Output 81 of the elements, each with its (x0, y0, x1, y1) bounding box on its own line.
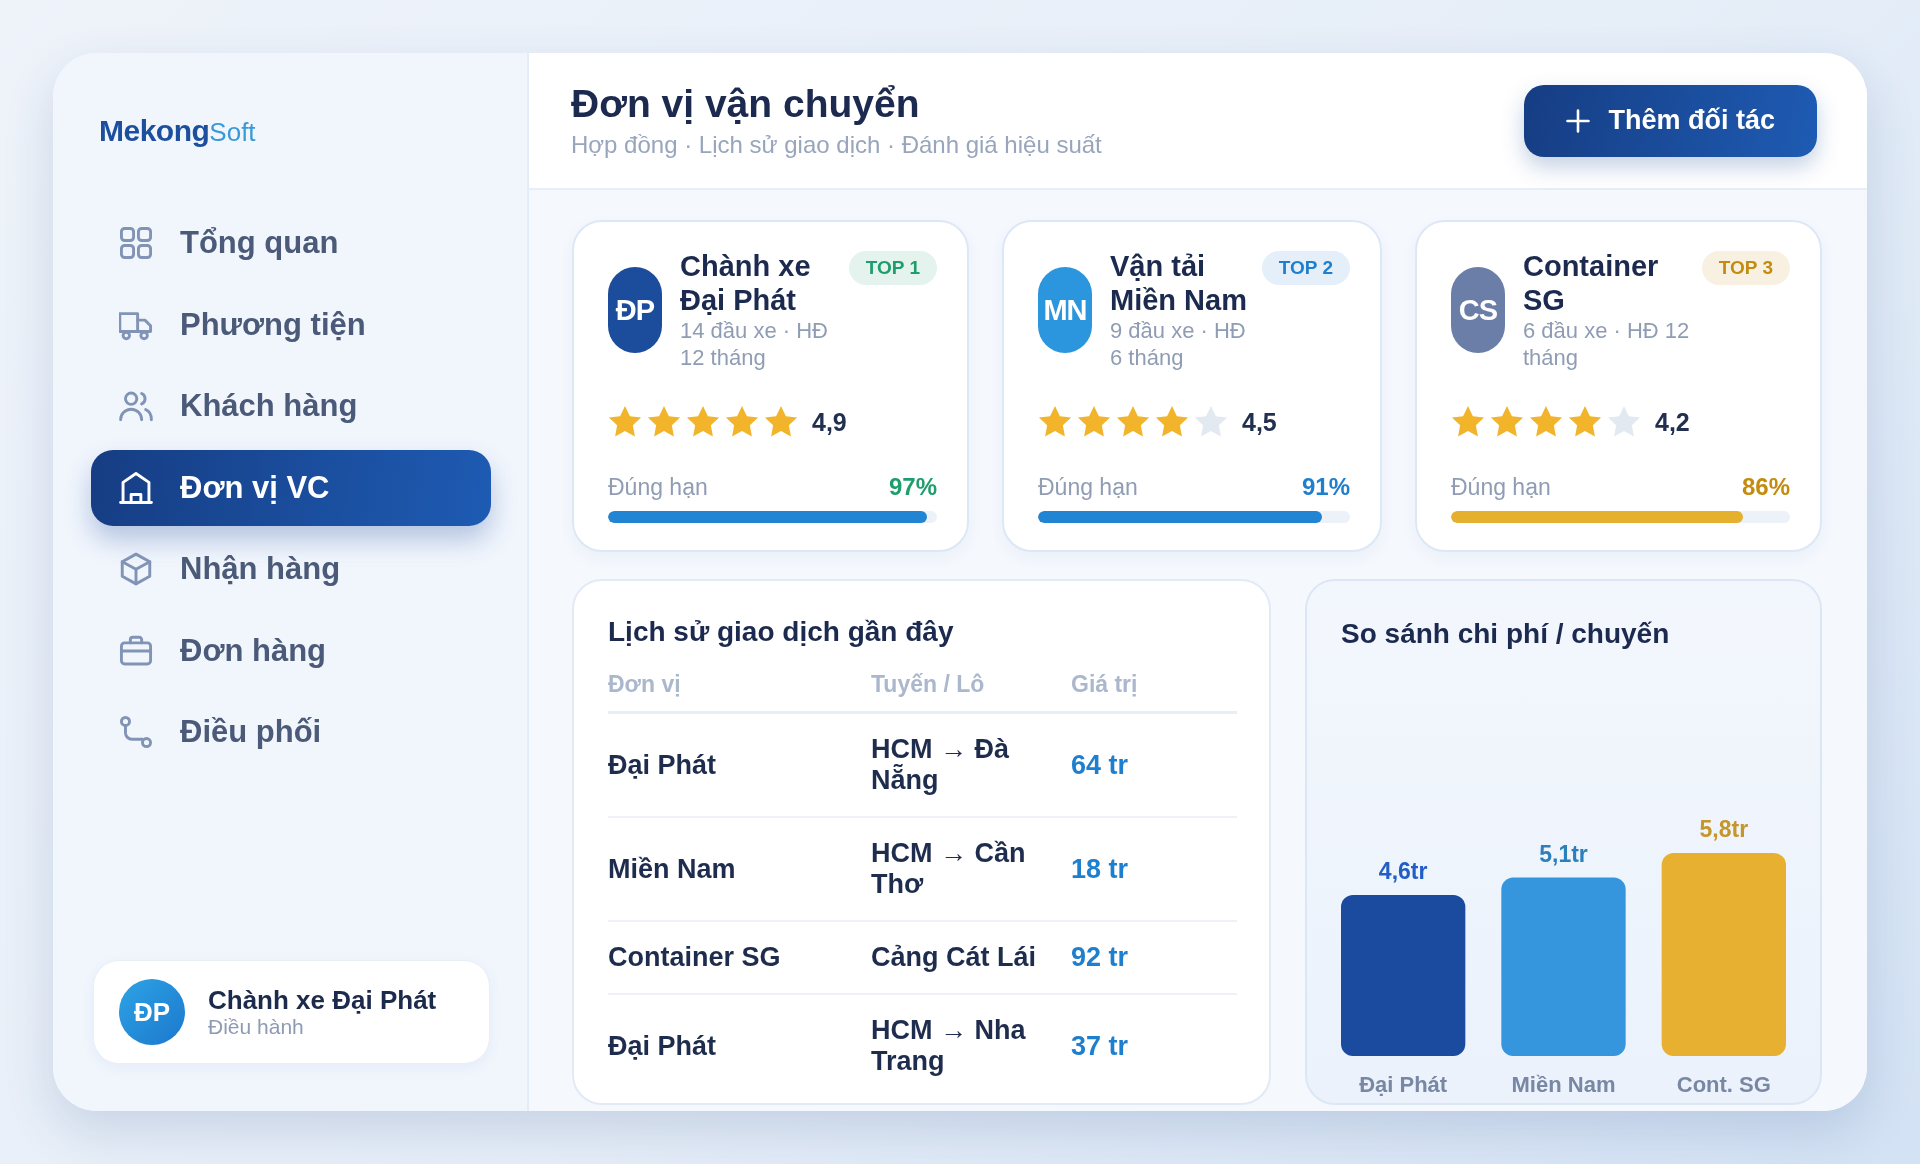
table-cell-text: 37 tr (1071, 1030, 1130, 1062)
on-time-percent: 97% (888, 473, 937, 501)
star-icon (1568, 405, 1602, 439)
nav-item[interactable]: Đơn vị VC (91, 449, 491, 526)
route-icon (119, 715, 153, 749)
bar-value-label: 5,8tr (1699, 816, 1749, 842)
partner-avatar: MN (1038, 267, 1092, 353)
star-icon (1116, 405, 1150, 439)
star-icon (1607, 405, 1641, 439)
on-time-percent: 91% (1301, 473, 1350, 501)
rank-badge: TOP 1 (848, 251, 937, 285)
star-icon (1077, 405, 1111, 439)
add-partner-button[interactable]: Thêm đối tác (1524, 84, 1817, 157)
partner-name: Vận tải Miền Nam (1110, 249, 1248, 317)
column-header: Giá trị (1071, 670, 1139, 698)
panel-title: So sánh chi phí / chuyến (1341, 617, 1671, 651)
user-card[interactable]: ĐP Chành xe Đại Phát Điều hành (93, 960, 490, 1064)
star-icon (1038, 405, 1072, 439)
table-cell-text: HCM → Nha Trang (871, 1015, 1027, 1077)
table-cell-text: 18 tr (1071, 853, 1130, 885)
on-time-label: Đúng hạn (1451, 474, 1551, 501)
nav-item[interactable]: Đơn hàng (91, 612, 491, 689)
table-cell-text: Miền Nam (608, 853, 737, 885)
box-icon (119, 552, 153, 586)
star-icon (764, 405, 798, 439)
table-cell-text: HCM → Đà Nẵng (871, 734, 1010, 796)
briefcase-icon (119, 633, 153, 668)
nav-item[interactable]: Tổng quan (91, 205, 491, 281)
star-icon (1155, 405, 1189, 439)
user-avatar: ĐP (119, 979, 185, 1045)
partner-details: 9 đầu xe · HĐ 6 tháng (1110, 317, 1247, 371)
bar-value-label: 4,6tr (1378, 858, 1428, 884)
partner-details: 6 đầu xe · HĐ 12 tháng (1523, 317, 1691, 371)
grid-icon (119, 226, 153, 260)
column-header: Đơn vị (608, 670, 682, 698)
star-icon (1451, 405, 1485, 439)
rating-value: 4,9 (812, 407, 847, 437)
partner-name: Chành xe Đại Phát (680, 249, 812, 317)
star-icon (608, 405, 642, 439)
nav-item[interactable]: Phương tiện (91, 286, 491, 363)
nav-item[interactable]: Điều phối (91, 694, 491, 770)
rank-badge: TOP 3 (1701, 251, 1790, 285)
axis-label: Cont. SG (1676, 1072, 1771, 1097)
user-name: Chành xe Đại Phát (208, 985, 437, 1015)
partner-details: 14 đầu xe · HĐ 12 tháng (680, 317, 829, 371)
panel-title: Lịch sử giao dịch gần đây (608, 615, 955, 649)
partner-name: Container SG (1523, 249, 1660, 317)
plus-icon (1566, 108, 1591, 133)
axis-label: Miền Nam (1511, 1072, 1616, 1097)
table-cell-text: Đại Phát (608, 1030, 718, 1062)
star-icon (1529, 405, 1563, 439)
logo: MekongSoft (99, 113, 256, 149)
column-header: Tuyến / Lô (871, 670, 986, 698)
star-icon (647, 405, 681, 439)
table-cell-text: 92 tr (1071, 942, 1130, 973)
table-cell-text: 64 tr (1071, 749, 1130, 781)
rank-badge: TOP 2 (1261, 251, 1350, 285)
nav-item[interactable]: Nhận hàng (91, 531, 491, 607)
table-cell-text: Container SG (608, 942, 782, 973)
rating-value: 4,5 (1242, 407, 1277, 437)
partner-avatar: CS (1451, 267, 1505, 353)
rating-value: 4,2 (1655, 407, 1690, 437)
table-cell-text: HCM → Cần Thơ (871, 838, 1027, 900)
warehouse-icon (119, 470, 153, 505)
page-title: Đơn vị vận chuyển (571, 82, 921, 126)
partner-avatar: ĐP (608, 267, 662, 353)
star-icon (1194, 405, 1228, 439)
table-cell-text: Cảng Cát Lái (871, 942, 1038, 973)
on-time-label: Đúng hạn (1038, 474, 1138, 501)
star-icon (686, 405, 720, 439)
axis-label: Đại Phát (1359, 1072, 1448, 1097)
page-subtitle: Hợp đồng · Lịch sử giao dịch · Đánh giá hiệu suất (571, 130, 1102, 159)
on-time-label: Đúng hạn (608, 474, 708, 501)
on-time-percent: 86% (1741, 473, 1790, 501)
star-icon (1490, 405, 1524, 439)
nav-item[interactable]: Khách hàng (91, 368, 491, 444)
table-cell-text: Đại Phát (608, 749, 718, 781)
star-icon (725, 405, 759, 439)
user-role: Điều hành (208, 1015, 305, 1039)
bar-value-label: 5,1tr (1539, 840, 1588, 867)
users-icon (119, 389, 153, 423)
